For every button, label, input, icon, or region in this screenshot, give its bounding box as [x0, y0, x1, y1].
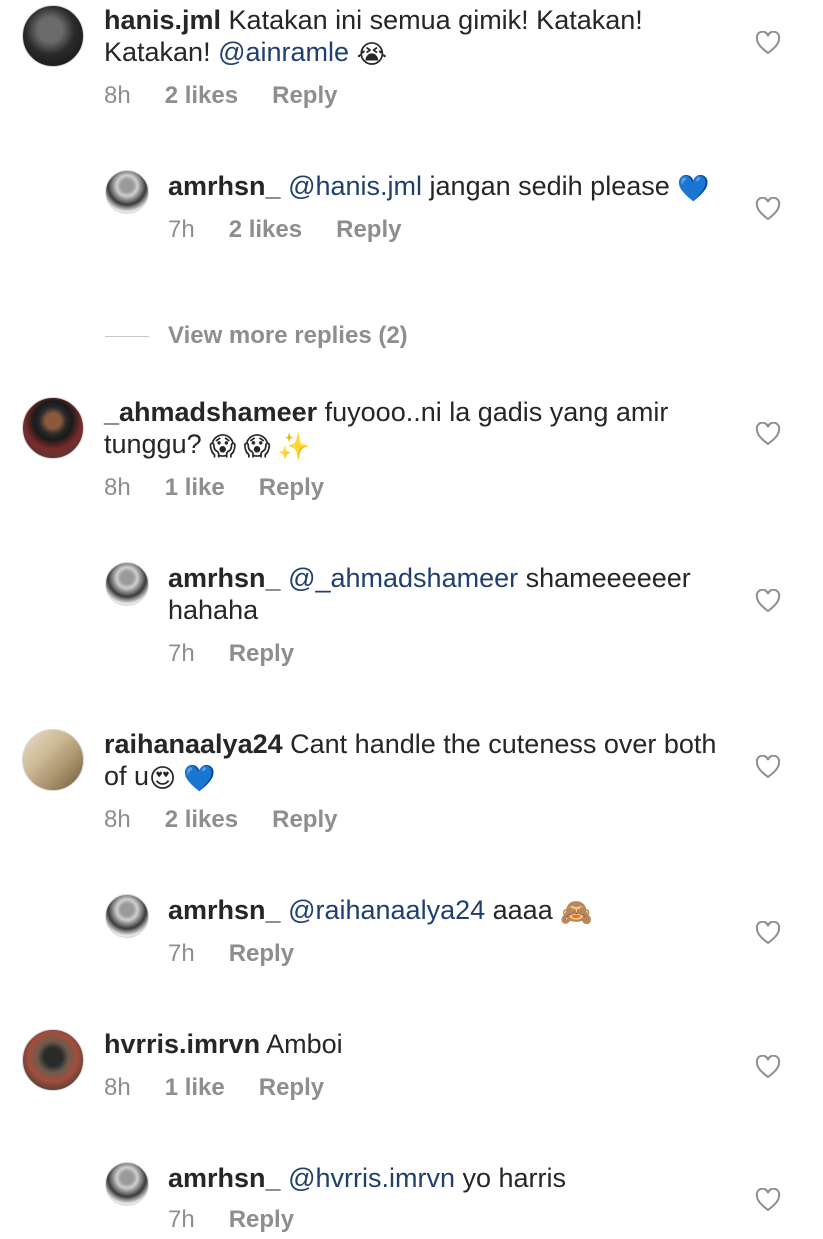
comment-meta: 7h Reply: [168, 1206, 733, 1234]
mention-link[interactable]: @_ahmadshameer: [288, 563, 518, 593]
comment-meta: 7h Reply: [168, 640, 733, 668]
comment-text: amrhsn_ @hanis.jml jangan sedih please 💙: [168, 170, 733, 202]
heart-outline-icon[interactable]: [755, 31, 781, 55]
comment-text: amrhsn_ @raihanaalya24 aaaa 🙈: [168, 894, 733, 926]
timestamp: 8h: [104, 1074, 131, 1101]
likes-count[interactable]: 2 likes: [165, 806, 238, 834]
timestamp: 8h: [104, 474, 131, 501]
username[interactable]: amrhsn_: [168, 171, 281, 201]
comment-text: hvrris.imrvn Amboi: [104, 1028, 733, 1060]
comment-body: amrhsn_ @hanis.jml jangan sedih please 💙…: [168, 170, 733, 244]
comment-text: hanis.jml Katakan ini semua gimik! Katak…: [104, 4, 733, 68]
likes-count[interactable]: 1 like: [165, 474, 225, 502]
comment-message: Amboi: [266, 1029, 343, 1059]
comment-meta: 8h 2 likes Reply: [104, 806, 733, 834]
comment-body: amrhsn_ @raihanaalya24 aaaa 🙈 7h Reply: [168, 894, 733, 968]
comment-meta: 7h 2 likes Reply: [168, 216, 733, 244]
avatar[interactable]: [22, 729, 84, 791]
avatar[interactable]: [22, 1029, 84, 1091]
heart-outline-icon[interactable]: [755, 921, 781, 945]
heart-outline-icon[interactable]: [755, 422, 781, 446]
reply-button[interactable]: Reply: [336, 216, 401, 244]
avatar[interactable]: [105, 1162, 149, 1206]
username[interactable]: hanis.jml: [104, 5, 221, 35]
timestamp: 7h: [168, 1206, 195, 1233]
timestamp: 7h: [168, 940, 195, 967]
mention-link[interactable]: @hvrris.imrvn: [288, 1163, 455, 1193]
username[interactable]: _ahmadshameer: [104, 397, 317, 427]
comment-body: _ahmadshameer fuyooo..ni la gadis yang a…: [104, 396, 733, 502]
comment-meta: 8h 1 like Reply: [104, 474, 733, 502]
emoji: 😭: [356, 39, 387, 69]
comment-body: hvrris.imrvn Amboi 8h 1 like Reply: [104, 1028, 733, 1102]
username[interactable]: amrhsn_: [168, 563, 281, 593]
reply-button[interactable]: Reply: [259, 474, 324, 502]
reply-button[interactable]: Reply: [272, 82, 337, 110]
emoji: 😍 💙: [149, 763, 216, 793]
comment-text: amrhsn_ @hvrris.imrvn yo harris: [168, 1162, 733, 1194]
divider-line: [105, 335, 149, 337]
avatar[interactable]: [105, 894, 149, 938]
timestamp: 7h: [168, 640, 195, 667]
username[interactable]: amrhsn_: [168, 1163, 281, 1193]
heart-outline-icon[interactable]: [755, 1188, 781, 1212]
comment-message: aaaa: [492, 895, 553, 925]
comment-text: raihanaalya24 Cant handle the cuteness o…: [104, 728, 733, 792]
comment-meta: 8h 2 likes Reply: [104, 82, 733, 110]
emoji: 💙: [677, 173, 710, 203]
heart-outline-icon[interactable]: [755, 197, 781, 221]
view-more-label[interactable]: View more replies (2): [168, 322, 408, 350]
view-more-replies-button[interactable]: View more replies (2): [105, 322, 408, 350]
comment-body: hanis.jml Katakan ini semua gimik! Katak…: [104, 4, 733, 110]
username[interactable]: amrhsn_: [168, 895, 281, 925]
timestamp: 7h: [168, 216, 195, 243]
comment-body: raihanaalya24 Cant handle the cuteness o…: [104, 728, 733, 834]
avatar[interactable]: [105, 562, 149, 606]
reply-button[interactable]: Reply: [272, 806, 337, 834]
avatar[interactable]: [22, 5, 84, 67]
comment-body: amrhsn_ @hvrris.imrvn yo harris 7h Reply: [168, 1162, 733, 1234]
likes-count[interactable]: 2 likes: [165, 82, 238, 110]
comment-meta: 8h 1 like Reply: [104, 1074, 733, 1102]
mention-link[interactable]: @ainramle: [218, 37, 349, 67]
timestamp: 8h: [104, 82, 131, 109]
username[interactable]: hvrris.imrvn: [104, 1029, 260, 1059]
avatar[interactable]: [105, 170, 149, 214]
likes-count[interactable]: 2 likes: [229, 216, 302, 244]
comment-meta: 7h Reply: [168, 940, 733, 968]
likes-count[interactable]: 1 like: [165, 1074, 225, 1102]
reply-button[interactable]: Reply: [229, 1206, 294, 1234]
emoji: 🙈: [560, 897, 593, 927]
heart-outline-icon[interactable]: [755, 755, 781, 779]
heart-outline-icon[interactable]: [755, 1055, 781, 1079]
emoji: 😱 😱 ✨: [209, 431, 311, 461]
timestamp: 8h: [104, 806, 131, 833]
heart-outline-icon[interactable]: [755, 589, 781, 613]
comment-message: yo harris: [462, 1163, 567, 1193]
mention-link[interactable]: @raihanaalya24: [288, 895, 485, 925]
reply-button[interactable]: Reply: [259, 1074, 324, 1102]
reply-button[interactable]: Reply: [229, 640, 294, 668]
comment-body: amrhsn_ @_ahmadshameer shameeeeeer hahah…: [168, 562, 733, 668]
comment-message: jangan sedih please: [429, 171, 670, 201]
comment-text: _ahmadshameer fuyooo..ni la gadis yang a…: [104, 396, 733, 460]
username[interactable]: raihanaalya24: [104, 729, 283, 759]
mention-link[interactable]: @hanis.jml: [288, 171, 422, 201]
comment-text: amrhsn_ @_ahmadshameer shameeeeeer hahah…: [168, 562, 733, 626]
avatar[interactable]: [22, 397, 84, 459]
reply-button[interactable]: Reply: [229, 940, 294, 968]
